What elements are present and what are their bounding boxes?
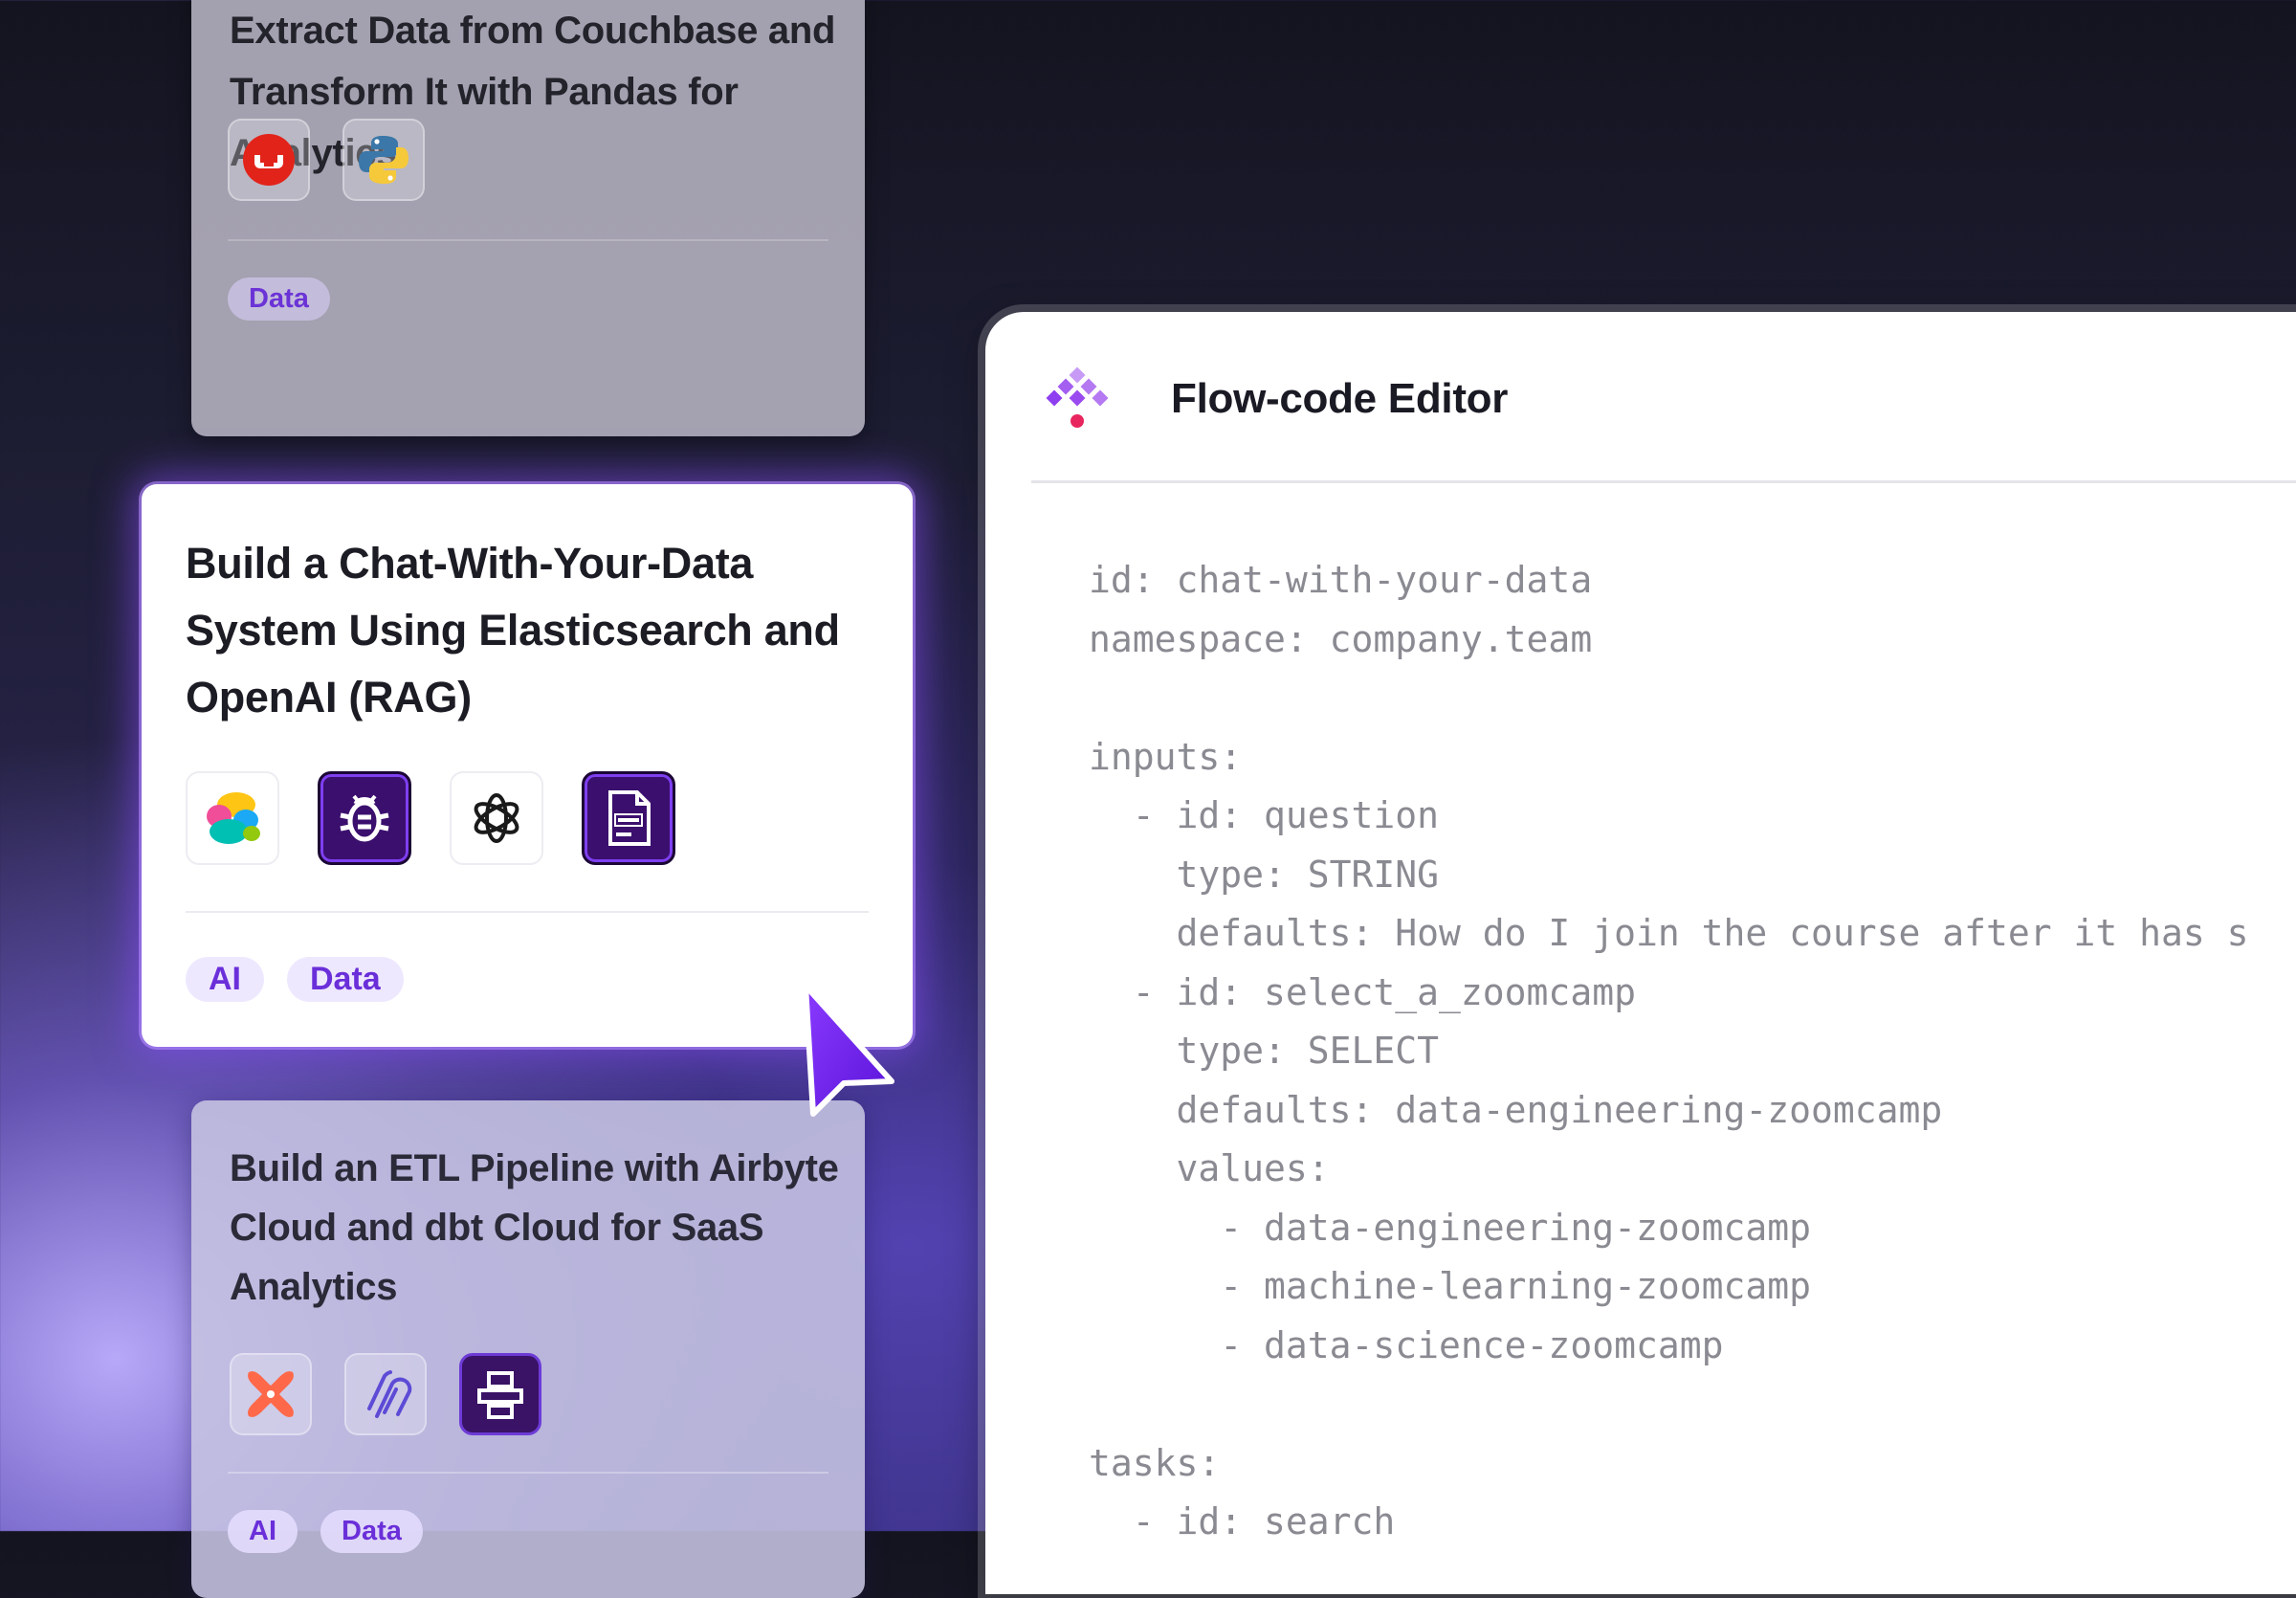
blueprint-card-couchbase[interactable]: Extract Data from Couchbase and Transfor… [191, 0, 865, 436]
code-line: tasks: [1089, 1441, 1221, 1484]
code-line: - id: select_a_zoomcamp [1089, 970, 1636, 1013]
blueprint-card-chat-with-your-data[interactable]: Build a Chat-With-Your-Data System Using… [142, 484, 913, 1047]
card-icons [230, 1353, 541, 1435]
tag-ai[interactable]: AI [186, 957, 264, 1002]
card-tags: AI Data [186, 957, 404, 1002]
airbyte-icon [344, 1353, 427, 1435]
mouse-pointer-icon [803, 983, 894, 1117]
card-title: Build an ETL Pipeline with Airbyte Cloud… [230, 1147, 839, 1308]
tag-data[interactable]: Data [287, 957, 404, 1002]
code-line: - data-science-zoomcamp [1089, 1323, 1724, 1366]
kestra-logo-icon [1046, 366, 1109, 428]
card-icons [186, 771, 675, 865]
flow-code-editor[interactable]: Flow-code Editor id: chat-with-your-data… [985, 312, 2296, 1594]
tag-ai[interactable]: AI [228, 1510, 298, 1553]
tag-data[interactable]: Data [228, 277, 330, 321]
log-file-icon [582, 771, 675, 865]
code-line: namespace: company.team [1089, 617, 1593, 660]
card-divider [228, 239, 828, 241]
card-divider [228, 1472, 828, 1474]
code-line: - machine-learning-zoomcamp [1089, 1265, 1811, 1307]
flow-icon [459, 1353, 541, 1435]
code-line: type: STRING [1089, 853, 1440, 896]
dbt-icon [230, 1353, 312, 1435]
card-icons [228, 119, 425, 201]
blueprint-card-etl-airbyte[interactable]: Build an ETL Pipeline with Airbyte Cloud… [191, 1100, 865, 1598]
code-line: defaults: data-engineering-zoomcamp [1089, 1088, 1943, 1131]
card-tags: Data [228, 277, 330, 321]
card-title: Build a Chat-With-Your-Data System Using… [186, 539, 840, 721]
elasticsearch-icon [186, 771, 279, 865]
editor-title: Flow-code Editor [1171, 375, 1509, 422]
code-line: - data-engineering-zoomcamp [1089, 1206, 1811, 1249]
tag-data[interactable]: Data [320, 1510, 423, 1553]
debug-bug-icon [318, 771, 411, 865]
code-line: - id: search [1089, 1500, 1396, 1543]
card-tags: AI Data [228, 1510, 423, 1553]
code-line: inputs: [1089, 735, 1243, 778]
couchbase-icon [228, 119, 310, 201]
code-line: values: [1089, 1147, 1330, 1189]
code-line: id: chat-with-your-data [1089, 559, 1593, 601]
openai-icon [450, 771, 543, 865]
card-divider [186, 911, 869, 913]
editor-divider [1031, 480, 2296, 483]
yaml-code-area[interactable]: id: chat-with-your-data namespace: compan… [1089, 551, 2296, 1594]
code-line: type: SELECT [1089, 1030, 1440, 1072]
python-icon [342, 119, 425, 201]
code-line: defaults: How do I join the course after… [1089, 912, 2249, 954]
code-line: - id: question [1089, 794, 1440, 836]
